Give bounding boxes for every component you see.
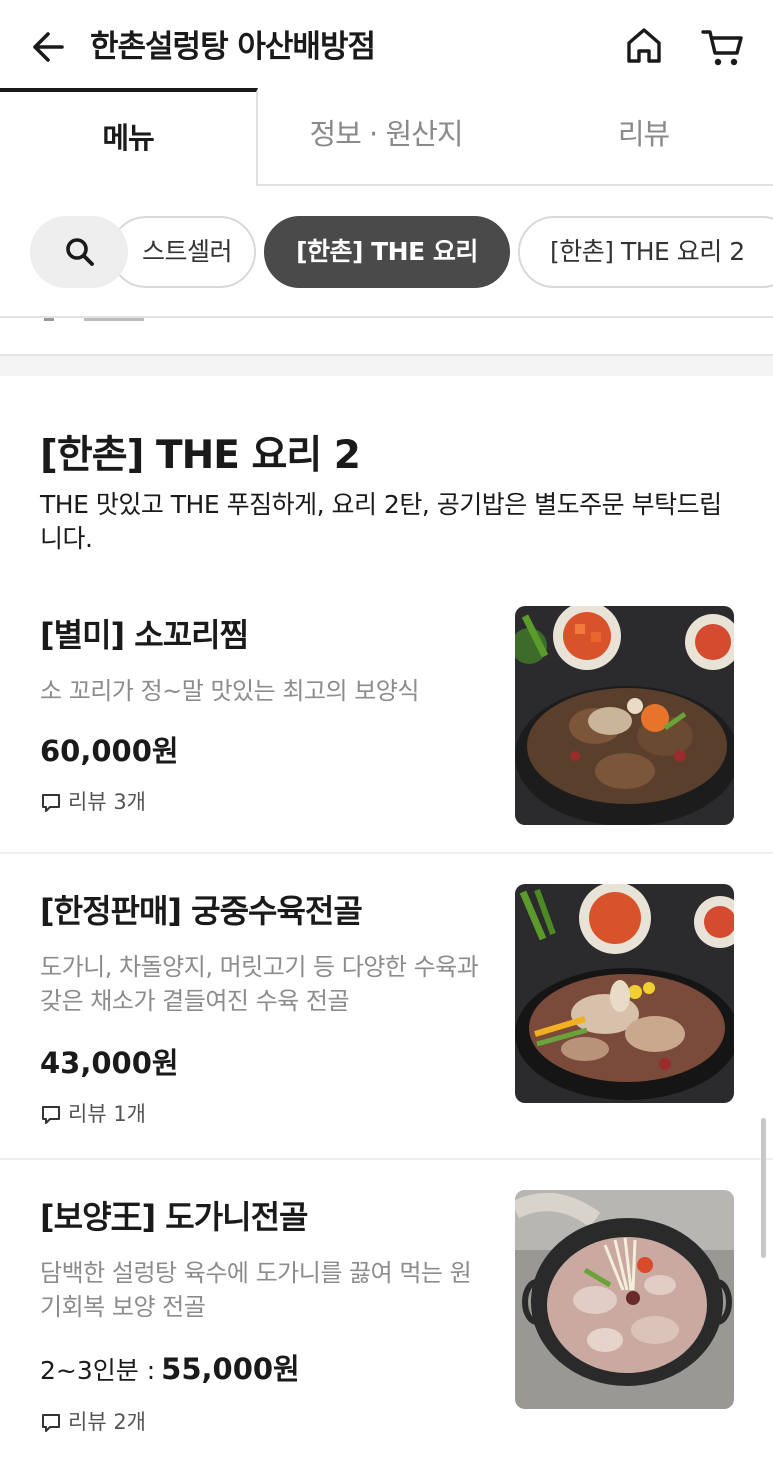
- menu-item-portion: 2~3인분 :: [40, 1356, 156, 1385]
- menu-item-review-count: 리뷰 2개: [40, 1406, 146, 1436]
- scrollbar[interactable]: [761, 1118, 766, 1258]
- menu-item-description: 소 꼬리가 정~말 맛있는 최고의 보양식: [40, 677, 419, 705]
- review-count-text: 리뷰 1개: [68, 1102, 146, 1126]
- section-title: [한촌] THE 요리 2: [40, 433, 361, 478]
- chip-the-yori-2[interactable]: [한촌] THE 요리 2: [518, 216, 773, 288]
- menu-item-price: 43,000원: [40, 1046, 179, 1080]
- menu-search-button[interactable]: [30, 216, 128, 288]
- chip-the-yori[interactable]: [한촌] THE 요리: [264, 216, 510, 288]
- category-chip-bar: 스트셀러 [한촌] THE 요리 [한촌] THE 요리 2: [0, 186, 773, 318]
- cart-button[interactable]: [700, 24, 746, 70]
- menu-item[interactable]: [보양王] 도가니전골 담백한 설렁탕 육수에 도가니를 끓여 먹는 원기회복 …: [0, 1162, 773, 1466]
- menu-item-photo: [515, 1190, 734, 1409]
- menu-item-review-count: 리뷰 3개: [40, 786, 146, 816]
- menu-item-name: [별미] 소꼬리찜: [40, 616, 249, 654]
- speech-bubble-icon: [42, 794, 60, 812]
- app-header: 한촌설렁탕 아산배방점: [0, 0, 773, 90]
- braised-oxtail-photo: [515, 606, 734, 825]
- menu-item-name: [한정판매] 궁중수육전골: [40, 892, 363, 930]
- store-title: 한촌설렁탕 아산배방점: [90, 29, 376, 65]
- cut-off-text-fragment: [44, 318, 144, 321]
- chip-bestseller[interactable]: 스트셀러: [110, 216, 256, 288]
- menu-item-review-count: 리뷰 1개: [40, 1098, 146, 1128]
- previous-section-edge: [0, 318, 773, 356]
- menu-item-description: 도가니, 차돌양지, 머릿고기 등 다양한 수육과 갖은 채소가 곁들여진 수육…: [40, 953, 479, 1015]
- menu-item-photo: [515, 606, 734, 825]
- home-button[interactable]: [622, 24, 666, 68]
- menu-item[interactable]: [별미] 소꼬리찜 소 꼬리가 정~말 맛있는 최고의 보양식 60,000원 …: [0, 588, 773, 854]
- search-icon: [66, 238, 94, 266]
- cart-icon: [701, 30, 743, 66]
- menu-item-price: 60,000원: [40, 734, 179, 768]
- menu-item[interactable]: [한정판매] 궁중수육전골 도가니, 차돌양지, 머릿고기 등 다양한 수육과 …: [0, 856, 773, 1160]
- back-button[interactable]: [28, 26, 70, 68]
- store-tabs: 메뉴 정보 · 원산지 리뷰: [0, 88, 773, 186]
- menu-item-name: [보양王] 도가니전골: [40, 1198, 308, 1236]
- home-icon: [627, 28, 661, 63]
- tab-menu[interactable]: 메뉴: [0, 88, 258, 186]
- section-description: THE 맛있고 THE 푸짐하게, 요리 2탄, 공기밥은 별도주문 부탁드립니…: [40, 490, 722, 553]
- review-count-text: 리뷰 2개: [68, 1410, 146, 1434]
- menu-item-photo: [515, 884, 734, 1103]
- royal-suyuk-hotpot-photo: [515, 884, 734, 1103]
- menu-item-description: 담백한 설렁탕 육수에 도가니를 끓여 먹는 원기회복 보양 전골: [40, 1259, 472, 1321]
- speech-bubble-icon: [42, 1414, 60, 1432]
- menu-item-price: 2~3인분 :55,000원: [40, 1346, 300, 1388]
- knee-cartilage-hotpot-photo: [515, 1190, 734, 1409]
- section-gap: [0, 356, 773, 376]
- arrow-left-icon: [33, 32, 64, 62]
- review-count-text: 리뷰 3개: [68, 790, 146, 814]
- speech-bubble-icon: [42, 1106, 60, 1124]
- menu-item-price-value: 55,000원: [161, 1352, 300, 1386]
- tab-reviews[interactable]: 리뷰: [514, 88, 773, 184]
- tab-info-origin[interactable]: 정보 · 원산지: [258, 88, 514, 184]
